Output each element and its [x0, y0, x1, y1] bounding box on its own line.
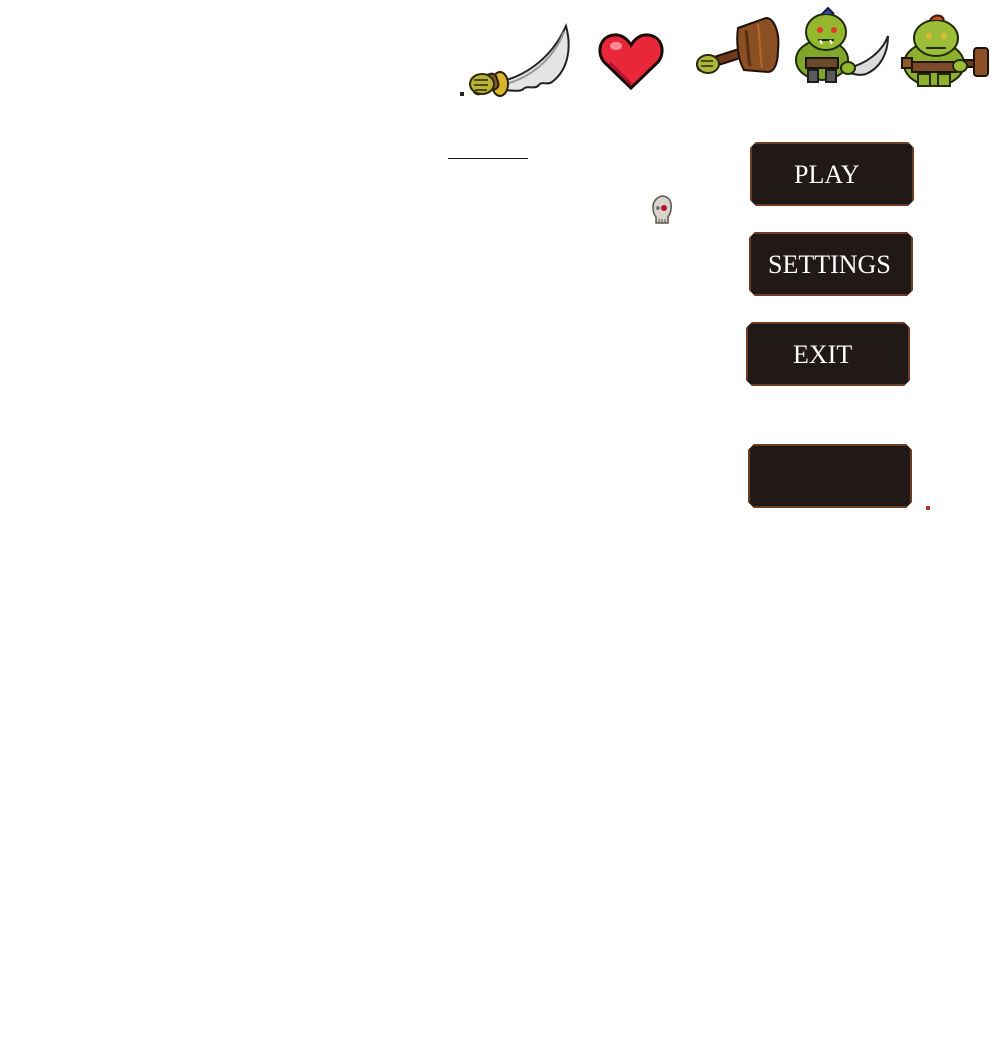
decorative-underline — [448, 158, 528, 159]
play-button-label: PLAY — [794, 160, 860, 189]
play-button[interactable]: PLAY — [750, 142, 914, 206]
blank-button[interactable] — [748, 444, 912, 508]
exit-button[interactable]: EXIT — [746, 322, 910, 386]
exit-button-label: EXIT — [793, 340, 853, 369]
red-marker — [926, 506, 930, 510]
heart-icon — [598, 32, 664, 90]
settings-button[interactable]: SETTINGS — [749, 232, 913, 296]
skull-icon — [650, 195, 672, 225]
hammer-icon — [688, 14, 784, 80]
orc-with-blade-icon — [792, 6, 890, 86]
orc-with-hammer-icon — [896, 12, 992, 88]
settings-button-label: SETTINGS — [768, 250, 891, 279]
dagger-icon — [458, 22, 574, 98]
